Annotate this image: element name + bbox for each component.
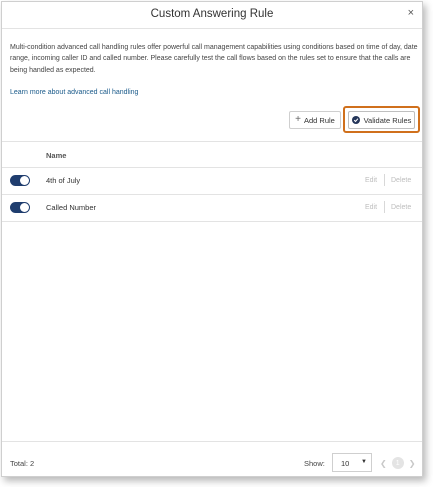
validate-rules-label: Validate Rules <box>363 115 412 125</box>
learn-more-link[interactable]: Learn more about advanced call handling <box>10 89 138 96</box>
chevron-right-icon[interactable]: ❯ <box>409 459 416 468</box>
show-label: Show: <box>304 459 325 468</box>
close-icon[interactable]: × <box>408 7 414 19</box>
enable-toggle[interactable] <box>10 202 30 213</box>
check-circle-icon <box>351 116 360 124</box>
custom-answering-rule-dialog: Custom Answering Rule × Multi-condition … <box>1 1 423 477</box>
page-number[interactable]: 1 <box>391 457 404 469</box>
add-rule-label: Add Rule <box>303 115 335 125</box>
link-separator <box>384 201 385 213</box>
delete-link[interactable]: Delete <box>391 177 411 184</box>
total-count: Total: 2 <box>10 459 35 468</box>
link-separator <box>384 174 385 186</box>
description-text: Multi-condition advanced call handling r… <box>10 44 418 74</box>
rule-name: Called Number <box>46 203 97 212</box>
caret-down-icon: ▼ <box>361 459 367 465</box>
toggle-knob <box>20 203 29 212</box>
column-header-name: Name <box>46 151 67 160</box>
delete-link[interactable]: Delete <box>391 204 411 211</box>
rule-name: 4th of July <box>46 176 81 185</box>
chevron-left-icon[interactable]: ❮ <box>380 459 387 468</box>
validate-rules-button[interactable]: Validate Rules <box>348 111 415 129</box>
pagination: ❮ 1 ❯ <box>380 456 415 470</box>
add-rule-button[interactable]: + Add Rule <box>289 111 341 129</box>
page-size-select[interactable]: 10 ▼ <box>332 453 372 472</box>
edit-link[interactable]: Edit <box>365 204 377 211</box>
dialog-title: Custom Answering Rule <box>150 8 274 20</box>
page-size-value: 10 <box>341 459 350 468</box>
footer-divider <box>2 441 422 442</box>
enable-toggle[interactable] <box>10 175 30 186</box>
table-row: Called Number Edit Delete <box>2 195 422 221</box>
edit-link[interactable]: Edit <box>365 177 377 184</box>
dialog-header: Custom Answering Rule × <box>2 2 422 29</box>
plus-icon: + <box>295 114 301 125</box>
toggle-knob <box>20 176 29 185</box>
table-row: 4th of July Edit Delete <box>2 168 422 194</box>
divider <box>2 221 422 222</box>
divider <box>2 141 422 142</box>
